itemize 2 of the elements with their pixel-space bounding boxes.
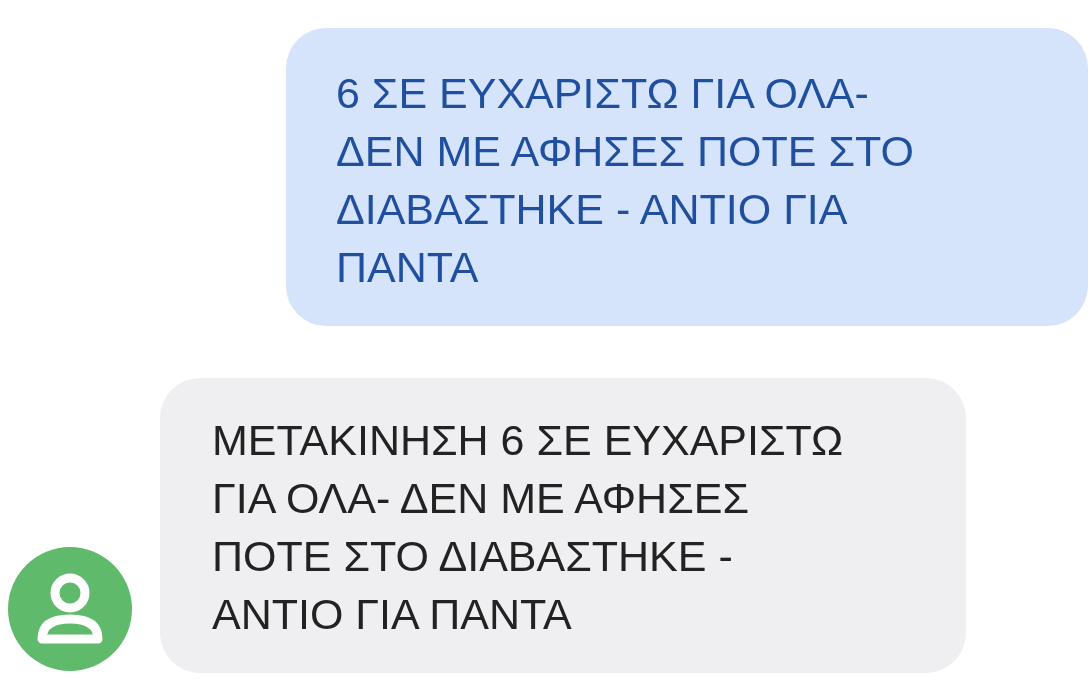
received-message-bubble: ΜΕΤΑΚΙΝΗΣΗ 6 ΣΕ ΕΥΧΑΡΙΣΤΩ ΓΙΑ ΟΛΑ- ΔΕΝ ΜΕ ΑΦΗΣΕΣ ΠΟΤΕ ΣΤΟ ΔΙΑΒΑΣΤΗΚΕ - ΑΝΤΙΟ ΓΙΑ ΠΑΝΤΑ: [160, 378, 966, 673]
sent-message-bubble: 6 ΣΕ ΕΥΧΑΡΙΣΤΩ ΓΙΑ ΟΛΑ- ΔΕΝ ΜΕ ΑΦΗΣΕΣ ΠΟΤΕ ΣΤΟ ΔΙΑΒΑΣΤΗΚΕ - ΑΝΤΙΟ ΓΙΑ ΠΑΝΤΑ: [286, 28, 1088, 326]
